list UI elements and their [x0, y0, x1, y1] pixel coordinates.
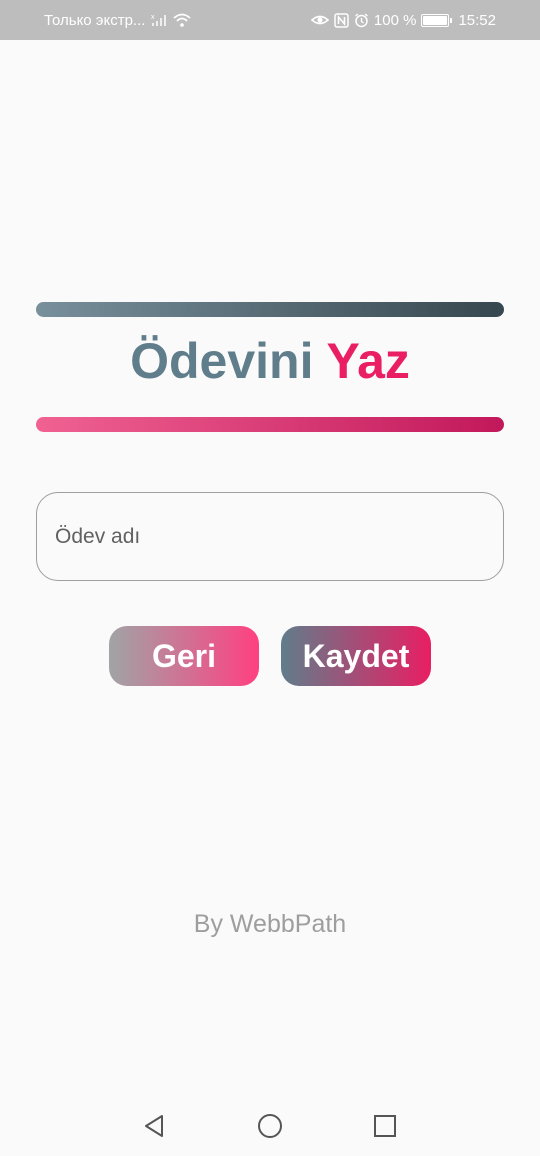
signal-off-icon: x: [151, 13, 167, 27]
top-accent-bar: [36, 302, 504, 317]
save-button[interactable]: Kaydet: [281, 626, 431, 686]
page-title: Ödevini Yaz: [0, 332, 540, 390]
system-navigation-bar: [0, 1094, 540, 1156]
recents-square-icon[interactable]: [371, 1112, 399, 1140]
status-bar: Только экстр... x 100 % 15:52: [0, 0, 540, 40]
homework-name-input[interactable]: [37, 493, 503, 580]
battery-icon: [421, 13, 453, 27]
alarm-icon: [354, 12, 369, 28]
back-triangle-icon[interactable]: [141, 1112, 169, 1140]
battery-percent: 100 %: [373, 11, 417, 29]
eye-icon: [310, 13, 329, 27]
footer-credit: By WebbPath: [193, 910, 347, 938]
wifi-icon: [173, 13, 192, 27]
svg-text:x: x: [151, 14, 155, 21]
back-button-label: Geri: [151, 637, 217, 674]
title-part-1: Ödevini: [130, 333, 314, 389]
bottom-accent-bar: [36, 417, 504, 432]
clock: 15:52: [458, 11, 496, 29]
homework-name-field-wrapper: [36, 492, 504, 581]
title-part-2: Yaz: [326, 333, 410, 389]
back-button[interactable]: Geri: [109, 626, 259, 686]
home-circle-icon[interactable]: [256, 1112, 284, 1140]
nfc-icon: [334, 12, 349, 28]
save-button-label: Kaydet: [302, 637, 410, 674]
carrier-label: Только экстр...: [44, 11, 146, 29]
